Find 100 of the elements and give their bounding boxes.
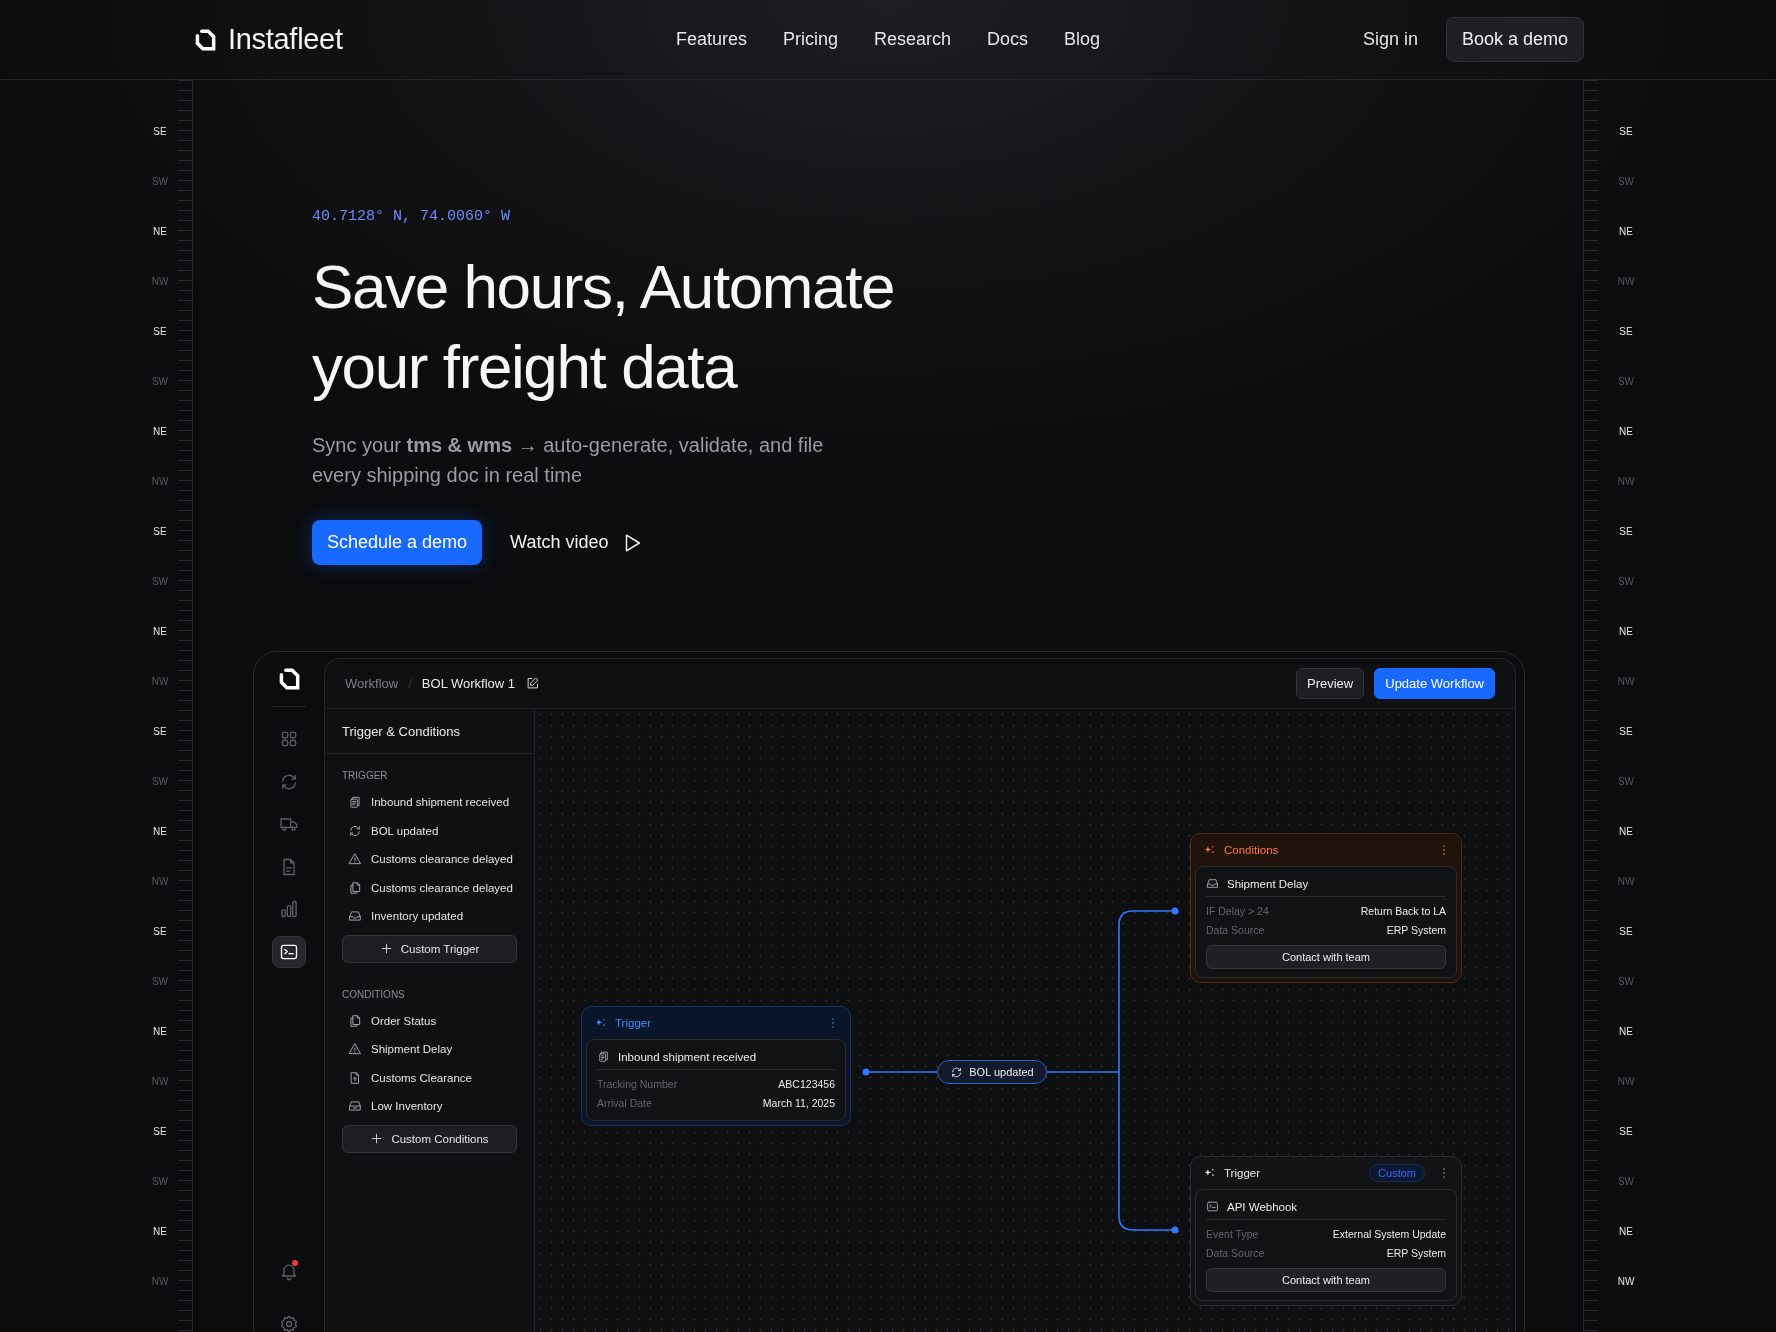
panel-title: Trigger & Conditions — [325, 709, 534, 754]
field-label: Event Type — [1206, 1227, 1259, 1240]
field-value: Return Back to LA — [1360, 904, 1446, 917]
compass-label: NW — [150, 274, 170, 289]
workflow-node[interactable]: Trigger Custom API Webhook Event Type External System Update Data Source ERP System Contact with team — [1190, 1156, 1462, 1306]
section-heading: CONDITIONS — [342, 987, 406, 1002]
add-button[interactable]: Custom Trigger — [342, 934, 517, 963]
book-demo-button[interactable]: Book a demo — [1445, 17, 1584, 62]
compass-label: SW — [150, 774, 170, 789]
warning-icon — [348, 852, 362, 867]
compass-label: NE — [152, 1024, 168, 1039]
add-button[interactable]: Custom Conditions — [342, 1124, 517, 1153]
nav-link[interactable]: Research — [874, 29, 952, 50]
terminal-icon — [1206, 1200, 1219, 1213]
contact-button[interactable]: Contact with team — [1206, 945, 1446, 969]
watch-video-button[interactable]: Watch video — [510, 531, 643, 554]
section-heading: TRIGGER — [342, 769, 389, 783]
notification-dot — [292, 1260, 298, 1266]
warning-icon — [348, 1042, 362, 1057]
headline: your freight data — [312, 331, 739, 403]
subtitle: Sync your tms & wms → auto-generate, validate, and file every shipping doc in real time — [312, 433, 825, 488]
compass-label: NE — [152, 824, 168, 839]
archive-icon — [348, 1099, 362, 1114]
compass-label: NE — [152, 624, 168, 639]
list-item[interactable]: Shipment Delay — [371, 1043, 453, 1056]
preview-button[interactable]: Preview — [1296, 668, 1365, 699]
list-item[interactable]: Customs clearance delayed — [371, 881, 513, 894]
field-label: Data Source — [1206, 923, 1265, 936]
compass-label: SW — [1616, 1174, 1636, 1189]
compass-label: NW — [1616, 674, 1636, 689]
connector-dot[interactable] — [1171, 907, 1179, 915]
breadcrumb-separator: / — [408, 676, 412, 691]
brand-name[interactable]: Instafleet — [228, 23, 343, 56]
breadcrumb-link[interactable]: Workflow — [345, 676, 399, 691]
list-item[interactable]: Customs Clearance — [371, 1071, 472, 1084]
field-value: ERP System — [1386, 923, 1446, 936]
compass-label: SW — [150, 1174, 170, 1189]
compass-label: NE — [152, 424, 168, 439]
update-workflow-button[interactable]: Update Workflow — [1374, 668, 1495, 699]
list-item[interactable]: Low Inventory — [371, 1100, 443, 1113]
compass-label: SE — [152, 724, 168, 739]
compass-label: SE — [1618, 524, 1634, 539]
contact-button[interactable]: Contact with team — [1206, 1268, 1446, 1292]
files-icon — [348, 795, 362, 810]
compass-label: SE — [1618, 724, 1634, 739]
field-value: ERP System — [1386, 1246, 1446, 1259]
settings-icon — [279, 1313, 299, 1332]
edge-label[interactable]: BOL updated — [937, 1060, 1047, 1084]
compass-label: SW — [1616, 174, 1636, 189]
sync-icon — [348, 823, 362, 838]
compass-label: SW — [150, 974, 170, 989]
list-item[interactable]: BOL updated — [371, 824, 439, 837]
workflow-node[interactable]: Conditions Shipment Delay IF Delay > 24 Return Back to LA Data Source ERP System Contact with team — [1190, 833, 1462, 983]
list-item[interactable]: Customs clearance delayed — [371, 853, 513, 866]
compass-label: NW — [1616, 1074, 1636, 1089]
compass-label: SE — [152, 324, 168, 339]
compass-label: SE — [152, 924, 168, 939]
list-item[interactable]: Inventory updated — [371, 910, 464, 923]
field-label: Data Source — [1206, 1246, 1265, 1259]
compass-label: SW — [1616, 574, 1636, 589]
compass-label: SE — [1618, 924, 1634, 939]
compass-label: SW — [150, 374, 170, 389]
list-item[interactable]: Order Status — [371, 1014, 437, 1027]
compass-label: NE — [1618, 1224, 1634, 1239]
copy-icon — [348, 1013, 362, 1028]
workflow-node[interactable]: Trigger Inbound shipment received Tracking Number ABC123456 Arrival Date March 11, 2025 — [581, 1006, 851, 1126]
nav-link[interactable]: Blog — [1064, 29, 1101, 50]
compass-label: NW — [150, 1274, 170, 1289]
inbox-icon — [1206, 877, 1219, 890]
sign-in-link[interactable]: Sign in — [1362, 29, 1418, 50]
nav-link[interactable]: Docs — [987, 29, 1029, 50]
node-title: Conditions — [1224, 844, 1279, 856]
copy-icon — [348, 880, 362, 895]
inbox-icon — [348, 909, 362, 924]
headline: Save hours, Automate — [312, 251, 896, 323]
coordinates-text: 40.7128° N, 74.0060° W — [312, 208, 512, 226]
edit-icon — [525, 676, 541, 691]
connector-dot[interactable] — [862, 1068, 870, 1076]
sidebar-button[interactable] — [272, 935, 306, 968]
field-value: March 11, 2025 — [762, 1096, 835, 1109]
file-upload-icon — [348, 1070, 362, 1085]
connector-dot[interactable] — [1171, 1226, 1179, 1234]
files-icon — [597, 1050, 610, 1063]
compass-label: NE — [152, 1224, 168, 1239]
nav-link[interactable]: Features — [675, 29, 747, 50]
card-title: Shipment Delay — [1227, 877, 1309, 890]
sync-icon — [950, 1065, 964, 1079]
list-item[interactable]: Inbound shipment received — [371, 796, 510, 809]
nav-link[interactable]: Pricing — [782, 29, 838, 50]
compass-label: NW — [1616, 1274, 1636, 1289]
field-value: External System Update — [1332, 1227, 1446, 1240]
compass-label: SW — [1616, 374, 1636, 389]
bar-chart-icon — [279, 899, 299, 919]
schedule-demo-button[interactable]: Schedule a demo — [312, 520, 483, 565]
plus-icon — [379, 942, 393, 955]
grid-icon — [279, 729, 299, 749]
compass-label: SW — [150, 574, 170, 589]
compass-label: NE — [1618, 1024, 1634, 1039]
compass-label: SE — [152, 1124, 168, 1139]
compass-label: SE — [1618, 1124, 1634, 1139]
